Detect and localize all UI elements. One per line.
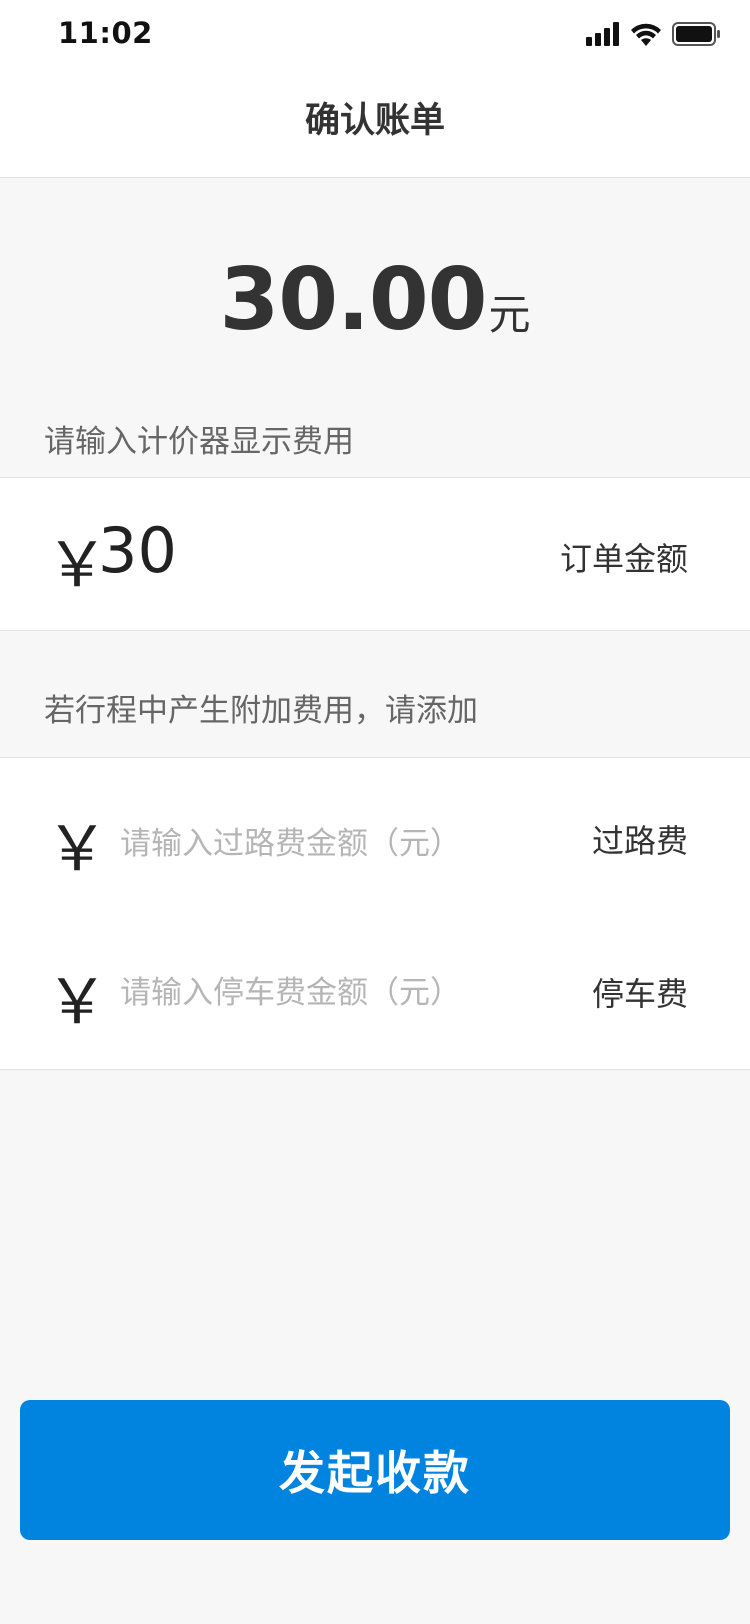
meter-fare-row[interactable]: ￥ 30 订单金额 <box>0 477 750 631</box>
parking-fee-label: 停车费 <box>591 975 688 1013</box>
meter-fare-input[interactable]: 30 <box>98 514 177 587</box>
total-amount: 30.00元 <box>0 250 750 350</box>
toll-fee-label: 过路费 <box>591 822 688 860</box>
status-icons <box>586 22 720 50</box>
confirm-bill-screen: 11:02 确认账单 30.00元 请输入计价器显示费用 ￥ 30 订单金额 若… <box>0 0 750 1624</box>
status-time: 11:02 <box>58 16 153 50</box>
yen-icon: ￥ <box>46 965 109 1038</box>
start-collection-button[interactable]: 发起收款 <box>20 1400 730 1540</box>
signal-icon <box>586 22 620 50</box>
total-amount-value: 30.00 <box>219 250 487 350</box>
page-title: 确认账单 <box>304 101 445 141</box>
battery-icon <box>672 22 720 50</box>
parking-fee-input[interactable]: 请输入停车费金额（元） <box>120 967 461 1012</box>
order-amount-label: 订单金额 <box>559 540 688 578</box>
total-amount-unit: 元 <box>488 290 531 339</box>
meter-fare-tip: 请输入计价器显示费用 <box>44 424 354 460</box>
extra-fee-tip: 若行程中产生附加费用，请添加 <box>44 693 478 729</box>
status-bar: 11:02 <box>0 0 750 70</box>
nav-bar: 确认账单 <box>0 70 750 178</box>
toll-fee-row[interactable]: ￥ 请输入过路费金额（元） 过路费 <box>0 757 750 914</box>
parking-fee-row[interactable]: ￥ 请输入停车费金额（元） 停车费 <box>0 913 750 1070</box>
wifi-icon <box>630 22 662 50</box>
yen-icon: ￥ <box>46 812 109 885</box>
toll-fee-input[interactable]: 请输入过路费金额（元） <box>120 818 461 863</box>
